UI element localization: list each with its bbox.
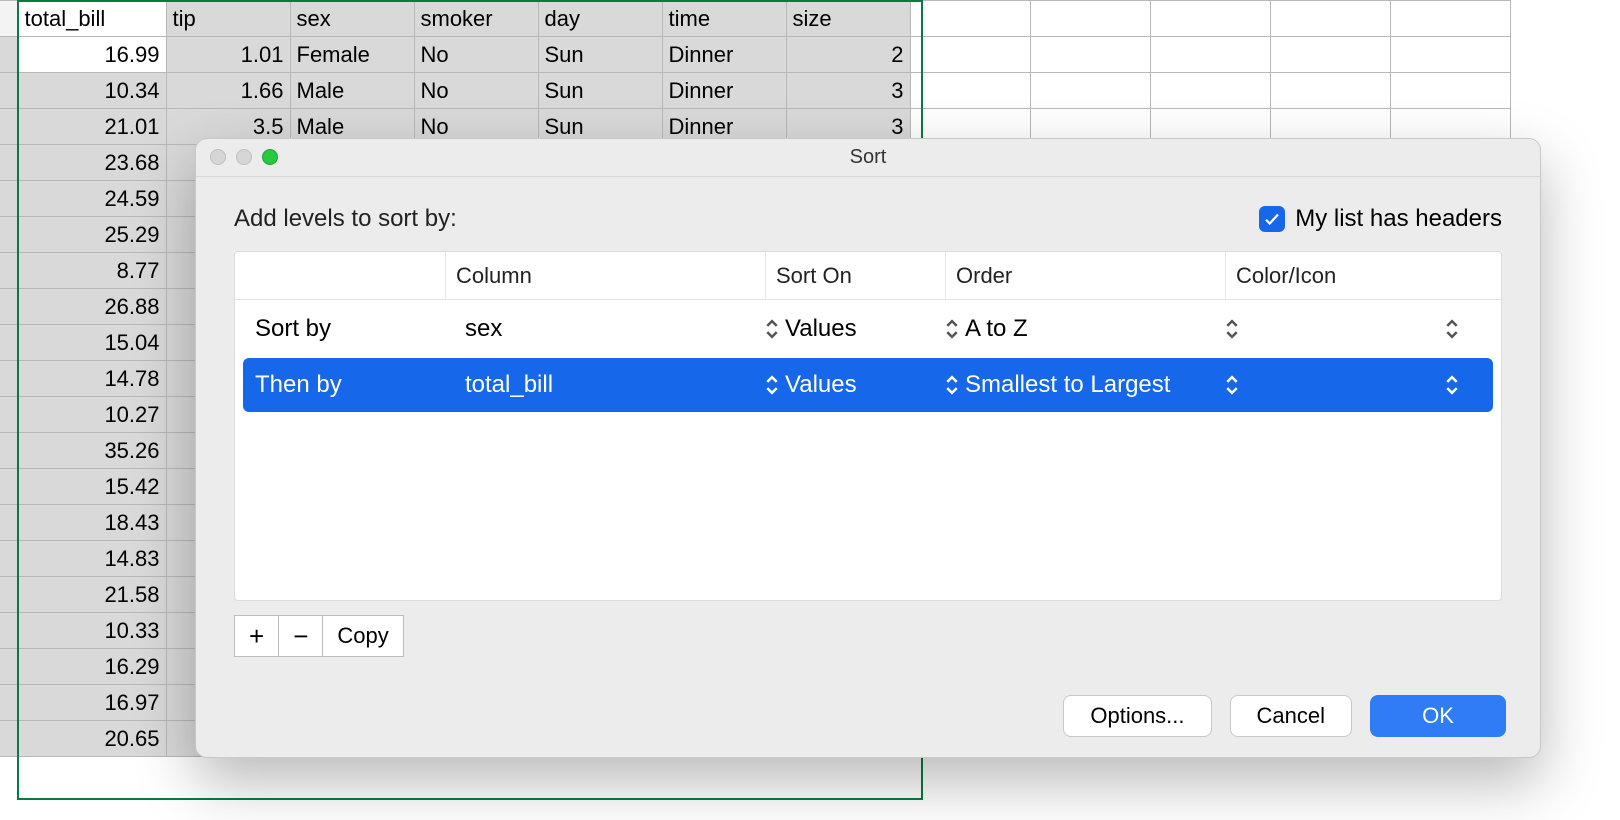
- col-header[interactable]: total_bill: [18, 1, 166, 37]
- close-window-icon[interactable]: [210, 149, 226, 165]
- col-blank: [235, 252, 445, 299]
- dialog-title: Sort: [196, 146, 1540, 169]
- stepper-icon[interactable]: [1223, 318, 1241, 340]
- dialog-titlebar: Sort: [196, 139, 1540, 177]
- stepper-icon[interactable]: [1443, 374, 1461, 396]
- col-coloricon: Color/Icon: [1225, 252, 1445, 299]
- add-levels-label: Add levels to sort by:: [234, 205, 457, 233]
- column-select[interactable]: total_bill: [465, 371, 785, 399]
- add-level-button[interactable]: +: [234, 615, 279, 657]
- remove-level-button[interactable]: −: [279, 615, 323, 657]
- level-label: Then by: [255, 371, 465, 399]
- table-row[interactable]: 10.341.66MaleNoSunDinner3: [0, 73, 1510, 109]
- headers-checkbox[interactable]: My list has headers: [1259, 205, 1502, 233]
- sorton-select[interactable]: Values: [785, 315, 965, 343]
- sort-levels-table: Column Sort On Order Color/Icon Sort bys…: [234, 251, 1502, 601]
- col-column: Column: [445, 252, 765, 299]
- col-sorton: Sort On: [765, 252, 945, 299]
- stepper-icon[interactable]: [943, 374, 961, 396]
- minimize-window-icon[interactable]: [236, 149, 252, 165]
- stepper-icon[interactable]: [943, 318, 961, 340]
- sort-dialog: Sort Add levels to sort by: My list has …: [195, 138, 1541, 758]
- stepper-icon[interactable]: [1443, 318, 1461, 340]
- copy-level-button[interactable]: Copy: [323, 615, 403, 657]
- level-label: Sort by: [255, 315, 465, 343]
- table-row[interactable]: 16.991.01FemaleNoSunDinner2: [0, 37, 1510, 73]
- maximize-window-icon[interactable]: [262, 149, 278, 165]
- stepper-icon[interactable]: [763, 374, 781, 396]
- headers-checkbox-label: My list has headers: [1295, 205, 1502, 233]
- cancel-button[interactable]: Cancel: [1230, 695, 1352, 737]
- sorton-select[interactable]: Values: [785, 371, 965, 399]
- sort-level-row[interactable]: Sort bysexValuesA to Z: [243, 302, 1493, 356]
- col-header[interactable]: sex: [290, 1, 414, 37]
- col-order: Order: [945, 252, 1225, 299]
- col-header[interactable]: smoker: [414, 1, 538, 37]
- col-header[interactable]: size: [786, 1, 910, 37]
- check-icon: [1259, 206, 1285, 232]
- sort-level-row[interactable]: Then bytotal_billValuesSmallest to Large…: [243, 358, 1493, 412]
- options-button[interactable]: Options...: [1063, 695, 1211, 737]
- col-header[interactable]: time: [662, 1, 786, 37]
- stepper-icon[interactable]: [1223, 374, 1241, 396]
- order-select[interactable]: Smallest to Largest: [965, 371, 1245, 399]
- order-select[interactable]: A to Z: [965, 315, 1245, 343]
- stepper-icon[interactable]: [763, 318, 781, 340]
- col-header[interactable]: day: [538, 1, 662, 37]
- header-row: total_bill tip sex smoker day time size: [0, 1, 1510, 37]
- col-header[interactable]: tip: [166, 1, 290, 37]
- ok-button[interactable]: OK: [1370, 695, 1506, 737]
- column-select[interactable]: sex: [465, 315, 785, 343]
